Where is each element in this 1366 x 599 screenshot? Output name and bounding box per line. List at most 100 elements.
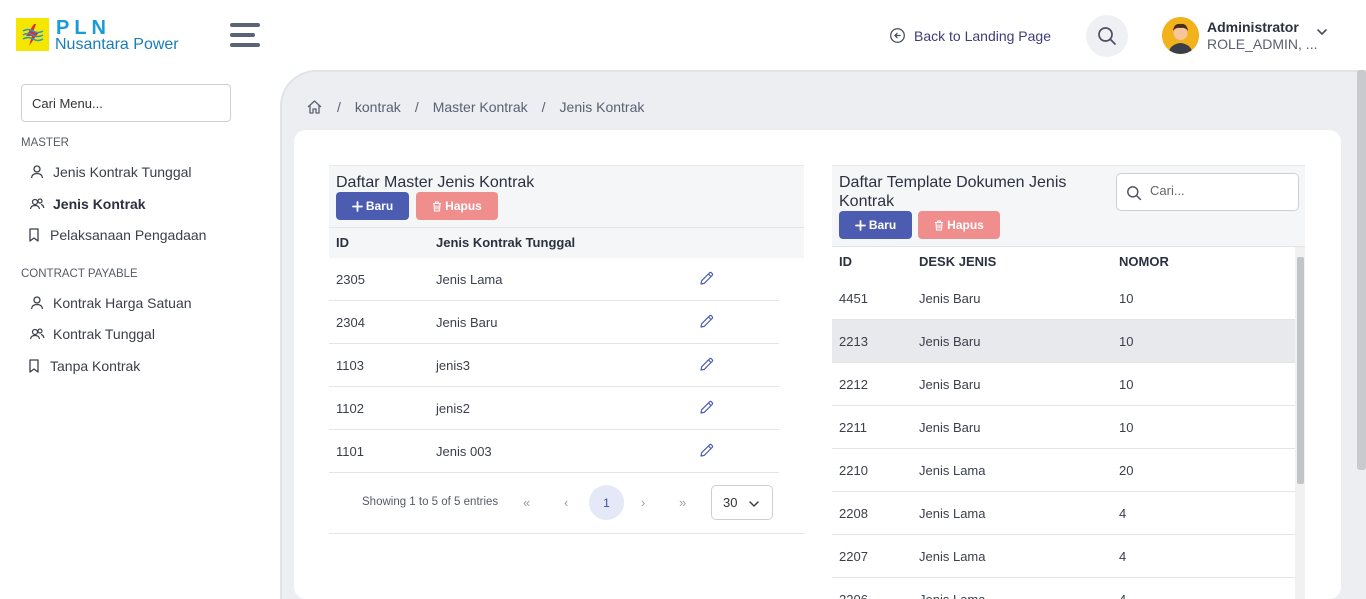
sidebar-item-tanpa-kontrak[interactable]: Tanpa Kontrak — [26, 358, 140, 374]
home-icon[interactable] — [306, 99, 323, 115]
chevron-down-icon — [1317, 29, 1327, 35]
sidebar-item-kontrak-harga-satuan[interactable]: Kontrak Harga Satuan — [29, 295, 192, 311]
breadcrumb-separator: / — [414, 99, 419, 115]
cell-nomor: 20 — [1119, 463, 1134, 478]
global-search-button[interactable] — [1086, 15, 1128, 57]
cell-nomor: 10 — [1119, 377, 1134, 392]
column-header-jenis-kontrak-tunggal: Jenis Kontrak Tunggal — [436, 235, 576, 250]
avatar — [1162, 17, 1199, 54]
table-row[interactable]: 2208 Jenis Lama 4 — [832, 492, 1295, 535]
cell-desk-jenis: Jenis Lama — [919, 549, 986, 564]
sidebar-item-pelaksanaan-pengadaan[interactable]: Pelaksanaan Pengadaan — [26, 227, 206, 243]
right-panel-title-line2: Kontrak — [839, 193, 895, 210]
table-row[interactable]: 2210 Jenis Lama 20 — [832, 449, 1295, 492]
menu-toggle-icon[interactable] — [230, 22, 260, 48]
cell-id: 2210 — [839, 463, 868, 478]
top-bar: PLN Nusantara Power Back to Landing Page… — [0, 0, 1366, 70]
left-delete-button-label: Hapus — [445, 199, 482, 213]
breadcrumb-item[interactable]: Master Kontrak — [433, 99, 528, 115]
sidebar-item-label: Jenis Kontrak — [53, 196, 146, 212]
next-page-icon[interactable]: › — [641, 495, 645, 510]
table-row[interactable]: 2211 Jenis Baru 10 — [832, 406, 1295, 449]
table-row[interactable]: 1101 Jenis 003 — [329, 430, 779, 473]
page-scrollbar-thumb[interactable] — [1357, 70, 1366, 470]
menu-search-input[interactable] — [21, 84, 231, 122]
table-row[interactable]: 2305 Jenis Lama — [329, 258, 779, 301]
table-row[interactable]: 2213 Jenis Baru 10 — [832, 320, 1295, 363]
pagination: Showing 1 to 5 of 5 entries « ‹ 1 › » 30 — [329, 473, 804, 534]
cell-nomor: 10 — [1119, 420, 1134, 435]
table-row[interactable]: 4451 Jenis Baru 10 — [832, 277, 1295, 320]
cell-desk-jenis: Jenis Lama — [919, 592, 985, 599]
search-icon — [1127, 186, 1142, 201]
pencil-icon[interactable] — [698, 442, 715, 459]
sidebar-item-jenis-kontrak[interactable]: Jenis Kontrak — [29, 196, 146, 212]
breadcrumb-item-current: Jenis Kontrak — [559, 99, 645, 115]
users-icon — [29, 198, 45, 210]
sidebar: MASTER Jenis Kontrak Tunggal Jenis Kontr… — [0, 70, 280, 599]
cell-id: 2208 — [839, 506, 868, 521]
sidebar-item-jenis-kontrak-tunggal[interactable]: Jenis Kontrak Tunggal — [29, 164, 192, 180]
cell-id: 1102 — [336, 401, 364, 416]
table-row[interactable]: 1103 jenis3 — [329, 344, 779, 387]
table-row[interactable]: 1102 jenis2 — [329, 387, 779, 430]
right-add-button-label: Baru — [868, 218, 897, 232]
right-panel-title-line1: Daftar Template Dokumen Jenis — [839, 174, 1067, 191]
cell-id: 2304 — [336, 315, 365, 330]
last-page-icon[interactable]: » — [679, 495, 686, 510]
pencil-icon[interactable] — [698, 270, 715, 287]
chevron-down-icon — [749, 501, 759, 507]
table-row[interactable]: 2304 Jenis Baru — [329, 301, 779, 344]
sidebar-item-kontrak-tunggal[interactable]: Kontrak Tunggal — [29, 326, 155, 342]
column-header-id: ID — [336, 235, 349, 250]
pencil-icon[interactable] — [698, 356, 715, 373]
sidebar-item-label: Kontrak Harga Satuan — [53, 295, 192, 311]
pln-logo-icon — [16, 18, 49, 51]
page-size-select[interactable]: 30 — [711, 485, 773, 520]
cell-nomor: 10 — [1119, 334, 1134, 349]
cell-nomor: 4 — [1119, 592, 1126, 599]
user-icon — [30, 165, 44, 179]
right-delete-button[interactable]: Hapus — [918, 211, 1000, 239]
table-scrollbar-thumb[interactable] — [1297, 257, 1304, 484]
divider — [832, 246, 1305, 247]
cell-jenis-kontrak-tunggal: jenis2 — [436, 401, 470, 416]
pencil-icon[interactable] — [698, 313, 715, 330]
breadcrumb-item[interactable]: kontrak — [355, 99, 401, 115]
cell-desk-jenis: Jenis Baru — [919, 334, 981, 349]
table-row[interactable]: 2207 Jenis Lama 4 — [832, 535, 1295, 578]
breadcrumb-separator: / — [337, 99, 341, 115]
cell-id: 2213 — [839, 334, 868, 349]
cell-jenis-kontrak-tunggal: Jenis Lama — [436, 272, 503, 287]
user-menu[interactable]: Administrator ROLE_ADMIN, ... — [1162, 16, 1342, 56]
table-row[interactable]: 2212 Jenis Baru 10 — [832, 363, 1295, 406]
table-row[interactable]: 2206 Jenis Lama 4 — [832, 578, 1295, 599]
cell-jenis-kontrak-tunggal: jenis3 — [436, 358, 470, 373]
left-delete-button[interactable]: Hapus — [416, 192, 498, 220]
cell-nomor: 4 — [1119, 506, 1127, 521]
page-button-current[interactable]: 1 — [589, 485, 624, 520]
sidebar-item-label: Kontrak Tunggal — [53, 326, 155, 342]
first-page-icon[interactable]: « — [523, 495, 530, 510]
breadcrumb: / kontrak / Master Kontrak / Jenis Kontr… — [306, 99, 644, 115]
right-add-button[interactable]: Baru — [839, 211, 912, 239]
left-add-button-label: Baru — [365, 199, 394, 213]
cell-id: 2212 — [839, 377, 868, 392]
section-title-master: MASTER — [21, 137, 69, 149]
prev-page-icon[interactable]: ‹ — [564, 495, 568, 510]
divider — [329, 227, 804, 228]
left-add-button[interactable]: Baru — [336, 192, 409, 220]
back-to-landing-link[interactable]: Back to Landing Page — [889, 27, 1051, 44]
users-icon — [29, 328, 45, 340]
sidebar-item-label: Tanpa Kontrak — [50, 358, 141, 374]
bookmark-icon — [29, 228, 39, 242]
cell-nomor: 4 — [1119, 549, 1127, 564]
pagination-info: Showing 1 to 5 of 5 entries — [362, 496, 499, 508]
cell-id: 1101 — [336, 444, 364, 459]
cell-desk-jenis: Jenis Lama — [919, 506, 986, 521]
trash-icon — [433, 200, 442, 212]
right-search-field[interactable] — [1116, 173, 1299, 211]
cell-jenis-kontrak-tunggal: Jenis Baru — [436, 315, 498, 330]
pencil-icon[interactable] — [698, 399, 715, 416]
right-search-input[interactable] — [1150, 183, 1290, 198]
